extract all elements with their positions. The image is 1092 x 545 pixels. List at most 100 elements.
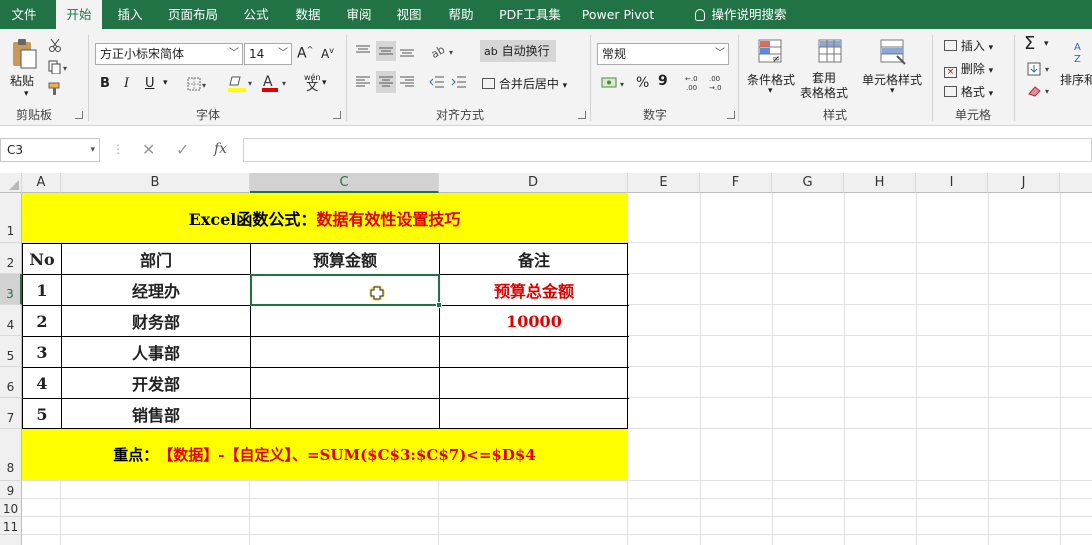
accounting-format-icon[interactable]: ▾ [600, 73, 630, 93]
bottom-align-icon[interactable] [398, 43, 416, 59]
fill-down-icon[interactable]: ▾ [1026, 61, 1056, 77]
cell-note[interactable]: 预算总金额 [440, 275, 628, 305]
row-header[interactable]: 10 [0, 499, 22, 517]
tab-home[interactable]: 开始 [56, 0, 102, 30]
comma-style-button[interactable]: 9 [658, 73, 668, 89]
fill-handle[interactable] [436, 302, 442, 308]
increase-indent-icon[interactable] [450, 73, 468, 91]
format-cells-button[interactable]: 格式 ▾ [944, 83, 993, 100]
cell-dept[interactable]: 销售部 [62, 399, 250, 429]
percent-style-button[interactable]: % [636, 75, 649, 91]
row-header[interactable]: 6 [0, 367, 22, 398]
tab-insert[interactable]: 插入 [108, 0, 152, 29]
phonetic-guide-button[interactable]: wén 文 [304, 73, 321, 92]
paste-button[interactable]: 粘贴 [10, 72, 34, 89]
copy-icon[interactable]: ▾ [46, 59, 72, 75]
row-header[interactable]: 7 [0, 398, 22, 429]
row-header[interactable]: 11 [0, 517, 22, 535]
cell-no[interactable]: 5 [23, 399, 61, 429]
underline-button[interactable]: U [145, 76, 155, 91]
paste-icon[interactable] [8, 37, 40, 71]
alignment-launcher-icon[interactable] [578, 111, 586, 119]
tab-review[interactable]: 审阅 [338, 0, 380, 29]
paste-dropdown-icon[interactable]: ▾ [24, 89, 29, 99]
cell-styles-icon[interactable] [878, 37, 908, 67]
column-header[interactable]: B [61, 173, 250, 193]
header-budget[interactable]: 预算金额 [251, 244, 439, 274]
font-name-combobox[interactable]: 方正小标宋简体 ﹀ [95, 43, 243, 65]
formula-input[interactable] [243, 138, 1092, 162]
delete-cells-button[interactable]: × 删除 ▾ [944, 60, 993, 78]
active-cell-c3[interactable] [250, 274, 442, 308]
tab-pdf-tools[interactable]: PDF工具集 [490, 0, 570, 29]
name-box[interactable]: C3 ▾ [0, 138, 100, 162]
cell-dept[interactable]: 经理办 [62, 275, 250, 305]
header-department[interactable]: 部门 [62, 244, 250, 274]
top-align-icon[interactable] [354, 43, 372, 59]
clear-icon[interactable]: ▾ [1026, 83, 1056, 99]
sort-filter-button[interactable]: 排序和 [1060, 71, 1092, 88]
row-header-selected[interactable]: 3 [0, 274, 22, 305]
align-center-icon[interactable] [376, 71, 396, 93]
tab-file[interactable]: 文件 [0, 0, 48, 29]
autosum-icon[interactable]: Σ [1024, 33, 1035, 54]
shrink-font-button[interactable]: Av [321, 46, 334, 61]
sort-filter-icon[interactable]: AZ [1070, 37, 1092, 67]
cancel-icon[interactable]: ✕ [142, 140, 155, 159]
conditional-formatting-icon[interactable]: ≠ [756, 37, 786, 67]
insert-cells-button[interactable]: 插入 ▾ [944, 37, 993, 54]
middle-align-icon[interactable] [376, 41, 396, 61]
font-color-icon[interactable]: A ▾ [260, 73, 290, 95]
align-right-icon[interactable] [398, 73, 416, 91]
cell-no[interactable]: 3 [23, 337, 61, 367]
font-size-combobox[interactable]: 14 ﹀ [244, 43, 292, 65]
bold-button[interactable]: B [100, 76, 110, 91]
column-header[interactable]: J [988, 173, 1060, 193]
tab-power-pivot[interactable]: Power Pivot [578, 0, 658, 29]
decrease-decimal-icon[interactable]: .00 →.0 [708, 73, 728, 93]
insert-function-button[interactable]: fx [214, 141, 227, 157]
row-header[interactable]: 1 [0, 193, 22, 243]
cell-dept[interactable]: 开发部 [62, 368, 250, 398]
column-header-selected[interactable]: C [250, 173, 439, 193]
italic-button[interactable]: I [124, 76, 129, 91]
format-as-table-icon[interactable] [816, 37, 846, 67]
align-left-icon[interactable] [354, 73, 372, 91]
cell-dept[interactable]: 人事部 [62, 337, 250, 367]
underline-dropdown-icon[interactable]: ▾ [163, 78, 168, 88]
increase-decimal-icon[interactable]: ←.0.00 [684, 73, 704, 93]
cell-no[interactable]: 2 [23, 306, 61, 336]
format-as-table-button[interactable]: 套用 表格格式 [800, 71, 848, 101]
column-header[interactable]: G [772, 173, 844, 193]
number-launcher-icon[interactable] [727, 111, 735, 119]
tab-page-layout[interactable]: 页面布局 [160, 0, 226, 29]
cell-note[interactable]: 10000 [440, 306, 628, 336]
column-header[interactable]: A [22, 173, 61, 193]
cell-dept[interactable]: 财务部 [62, 306, 250, 336]
orientation-icon[interactable]: ab ▾ [428, 41, 458, 61]
decrease-indent-icon[interactable] [428, 73, 446, 91]
column-header[interactable]: H [844, 173, 916, 193]
tell-me-search[interactable]: 操作说明搜索 [676, 0, 806, 29]
note-cell[interactable]: 重点： 【数据】-【自定义】、=SUM($C$3:$C$7)<=$D$4 [22, 429, 628, 481]
enter-icon[interactable]: ✓ [176, 140, 189, 159]
column-header[interactable]: E [628, 173, 700, 193]
cell-no[interactable]: 1 [23, 275, 61, 305]
column-header[interactable]: I [916, 173, 988, 193]
number-format-combobox[interactable]: 常规 ﹀ [597, 43, 729, 65]
row-header[interactable]: 2 [0, 243, 22, 274]
borders-icon[interactable]: ▾ [186, 75, 210, 93]
format-painter-icon[interactable] [46, 81, 64, 97]
row-header[interactable]: 8 [0, 429, 22, 481]
tab-data[interactable]: 数据 [286, 0, 330, 29]
grow-font-button[interactable]: A^ [297, 45, 313, 62]
select-all-corner[interactable] [0, 173, 22, 193]
clipboard-launcher-icon[interactable] [75, 111, 83, 119]
cell-no[interactable]: 4 [23, 368, 61, 398]
font-launcher-icon[interactable] [333, 111, 341, 119]
cut-icon[interactable] [46, 37, 64, 53]
merge-center-button[interactable]: 合并后居中 ▾ [482, 75, 567, 92]
row-header[interactable]: 5 [0, 336, 22, 367]
column-header[interactable]: F [700, 173, 772, 193]
tab-view[interactable]: 视图 [388, 0, 430, 29]
